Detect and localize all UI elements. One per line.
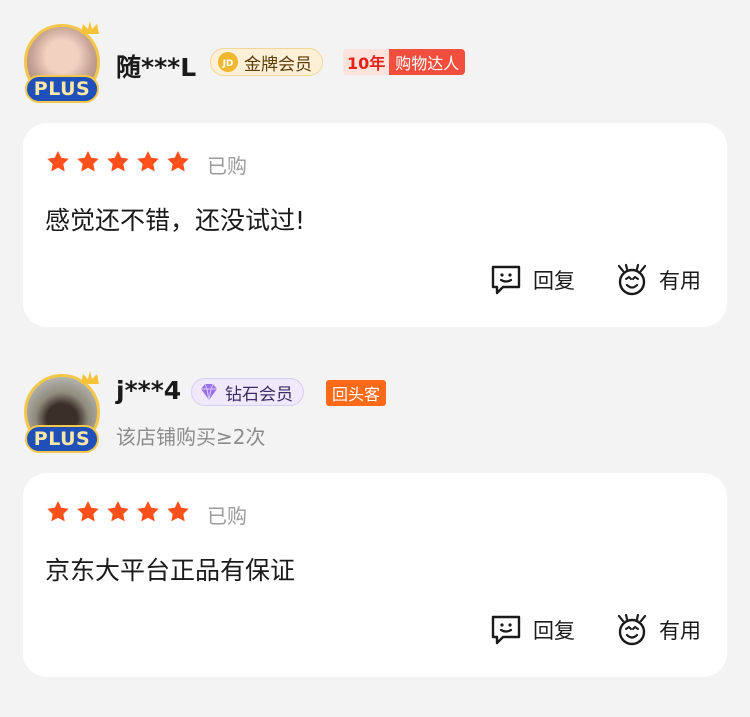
star-icon (107, 150, 129, 172)
svg-text:JD: JD (222, 59, 234, 69)
star-icon (47, 150, 69, 172)
review-card: 已购 感觉还不错，还没试过! 回复 有用 (23, 123, 727, 327)
avatar[interactable]: PLUS (24, 21, 100, 104)
star-rating (45, 499, 195, 525)
member-level-tag: 钻石会员 (191, 378, 304, 406)
badge-title: 购物达人 (389, 49, 466, 75)
star-icon (77, 500, 99, 522)
crown-icon (81, 371, 99, 384)
plus-badge: PLUS (25, 75, 99, 103)
review-text[interactable]: 京东大平台正品有保证 (45, 551, 295, 587)
shopping-expert-badge: 10年 购物达人 (343, 49, 466, 75)
reply-button[interactable]: 回复 (489, 263, 575, 297)
star-icon (137, 150, 159, 172)
star-icon (167, 150, 189, 172)
repeat-purchase-text: 该店铺购买≥2次 (116, 425, 266, 449)
purchased-label: 已购 (207, 504, 247, 528)
useful-icon (617, 263, 647, 296)
star-icon (107, 500, 129, 522)
returning-customer-badge: 回头客 (326, 380, 387, 406)
review-text[interactable]: 感觉还不错，还没试过! (45, 201, 305, 237)
user-row: PLUS j***4 钻石会员 回头客 该店铺购买≥2次 (0, 371, 750, 454)
badge-years: 10年 (343, 49, 390, 75)
reply-label: 回复 (533, 619, 575, 643)
useful-label: 有用 (659, 269, 701, 293)
star-rating (45, 149, 195, 175)
reply-button[interactable]: 回复 (489, 613, 575, 647)
member-level-label: 金牌会员 (244, 54, 312, 75)
reply-icon (491, 265, 521, 295)
member-level-label: 钻石会员 (225, 384, 293, 405)
avatar[interactable]: PLUS (24, 371, 100, 454)
star-icon (77, 150, 99, 172)
username: j***4 (116, 376, 182, 405)
review-item: PLUS 随***L JD 金牌会员 10年 购物达人 已购 感觉还不错，还没试… (0, 21, 750, 327)
review-item: PLUS j***4 钻石会员 回头客 该店铺购买≥2次 已购 京东大平台正品有… (0, 371, 750, 677)
useful-button[interactable]: 有用 (615, 613, 701, 647)
star-icon (167, 500, 189, 522)
useful-icon (617, 613, 647, 646)
reply-label: 回复 (533, 269, 575, 293)
purchased-label: 已购 (207, 154, 247, 178)
crown-icon (81, 21, 99, 34)
useful-button[interactable]: 有用 (615, 263, 701, 297)
diamond-icon (201, 383, 217, 401)
star-icon (47, 500, 69, 522)
member-level-tag: JD 金牌会员 (210, 48, 323, 76)
star-icon (137, 500, 159, 522)
reply-icon (491, 615, 521, 645)
useful-label: 有用 (659, 619, 701, 643)
jd-gold-icon: JD (218, 52, 238, 72)
username: 随***L (116, 53, 197, 82)
user-row: PLUS 随***L JD 金牌会员 10年 购物达人 (0, 21, 750, 104)
review-card: 已购 京东大平台正品有保证 回复 有用 (23, 473, 727, 677)
plus-badge: PLUS (25, 425, 99, 453)
